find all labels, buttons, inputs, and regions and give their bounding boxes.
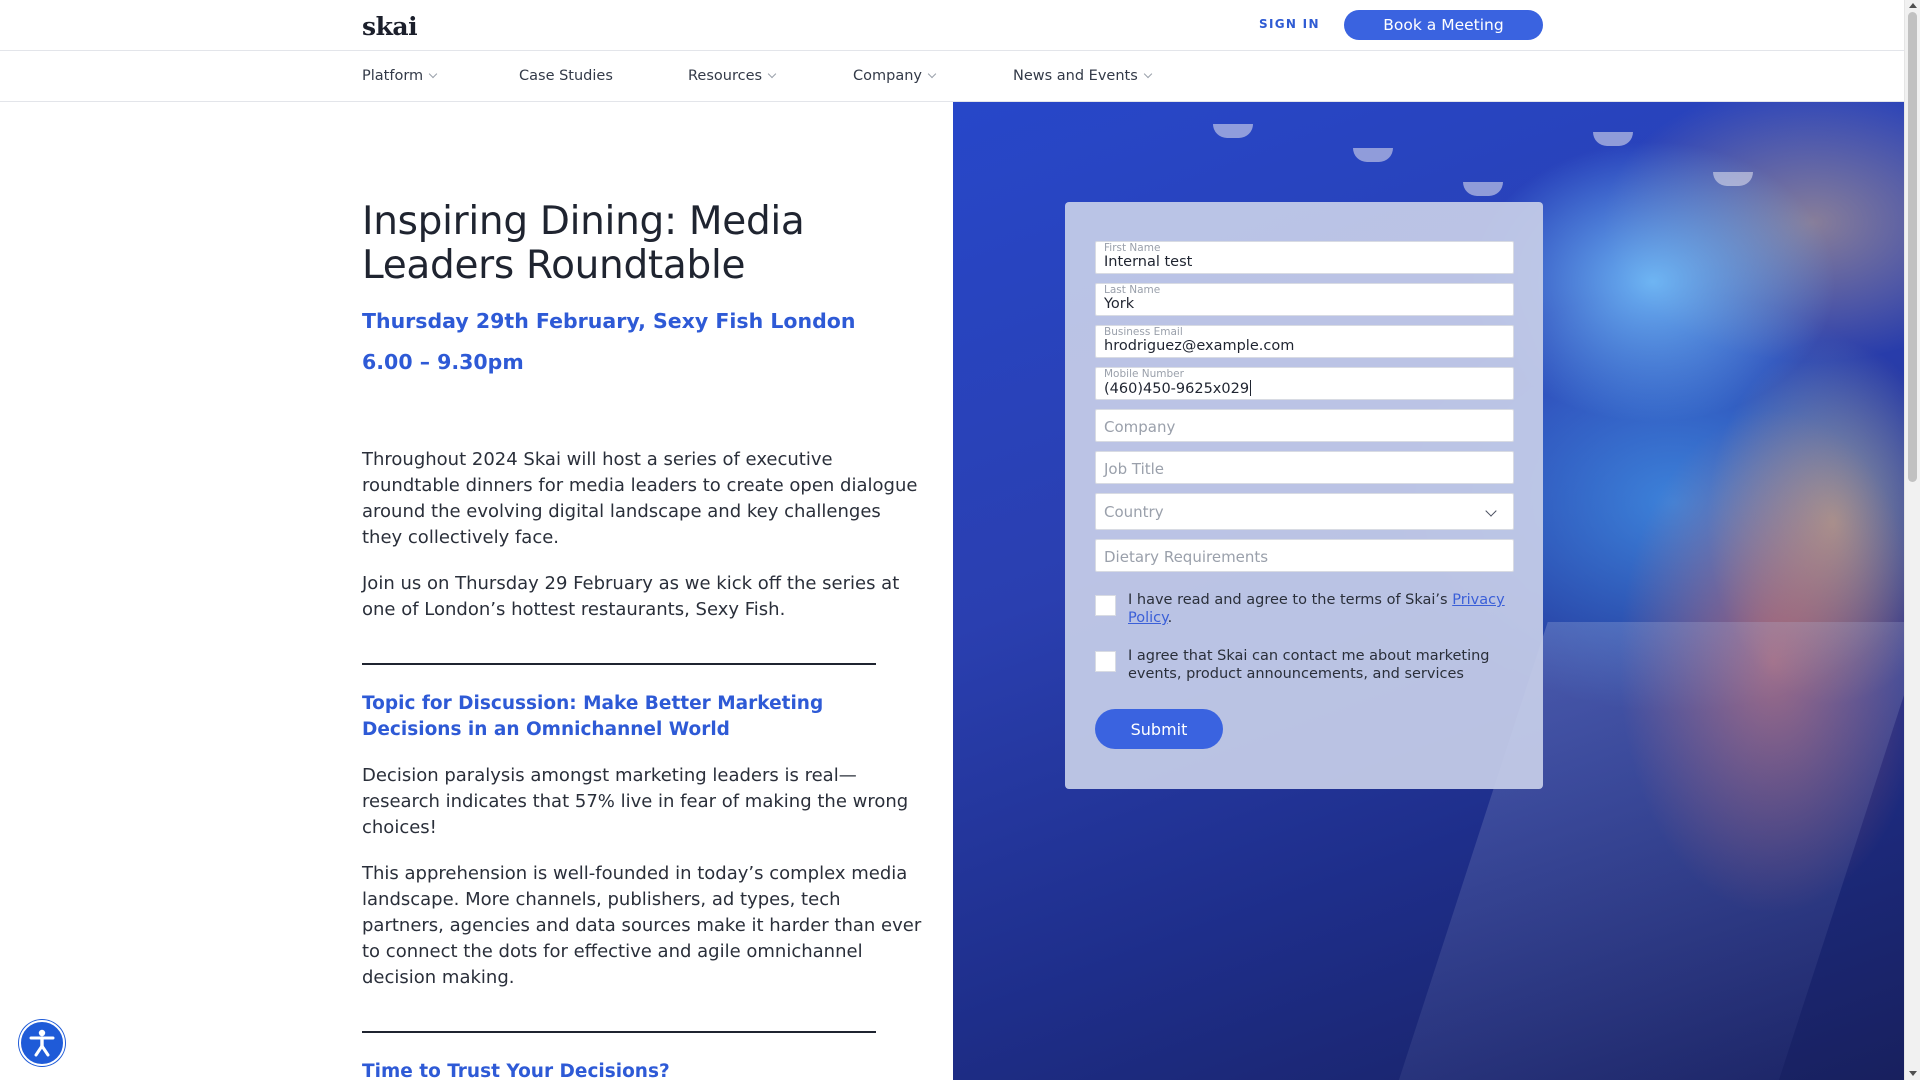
field-label: Business Email: [1104, 326, 1183, 338]
scroll-down-arrow-icon[interactable]: [1909, 1071, 1917, 1076]
field-placeholder: Company: [1104, 418, 1176, 436]
nav-label: Case Studies: [519, 68, 613, 84]
top-bar: skai SIGN IN Book a Meeting: [0, 0, 1904, 51]
field-value: hrodriguez@example.com: [1104, 338, 1295, 354]
field-value-wrap: (460)450-9625x029: [1104, 380, 1252, 397]
chevron-down-icon: [1143, 69, 1153, 79]
field-placeholder: Dietary Requirements: [1104, 548, 1269, 566]
nav-item-resources[interactable]: Resources: [688, 68, 777, 84]
page-scrollbar[interactable]: [1904, 0, 1920, 1080]
event-time: 6.00 – 9.30pm: [362, 350, 524, 374]
trust-heading: Time to Trust Your Decisions?: [362, 1061, 670, 1080]
book-meeting-button[interactable]: Book a Meeting: [1344, 10, 1543, 40]
scroll-up-arrow-icon[interactable]: [1909, 3, 1917, 8]
page-title: Inspiring Dining: Media Leaders Roundtab…: [362, 199, 805, 288]
chevron-down-icon: [767, 69, 777, 79]
event-article: Inspiring Dining: Media Leaders Roundtab…: [362, 200, 922, 1080]
privacy-text-end: .: [1167, 610, 1173, 626]
chevron-down-icon: [428, 69, 438, 79]
chevron-down-icon: [1485, 505, 1497, 517]
skai-logo[interactable]: skai: [362, 12, 418, 41]
field-label: First Name: [1104, 242, 1161, 254]
country-select[interactable]: Country: [1095, 493, 1514, 530]
field-label: Last Name: [1104, 284, 1161, 296]
mobile-number-field[interactable]: Mobile Number (460)450-9625x029: [1095, 367, 1514, 400]
scroll-thumb[interactable]: [1908, 12, 1917, 482]
nav-item-news-events[interactable]: News and Events: [1013, 68, 1153, 84]
main-nav: Platform Case Studies Resources Company …: [0, 52, 1904, 102]
join-paragraph: Join us on Thursday 29 February as we ki…: [362, 573, 900, 620]
nav-item-company[interactable]: Company: [853, 68, 937, 84]
accessibility-button[interactable]: [19, 1020, 65, 1066]
topic-heading: Topic for Discussion: Make Better Market…: [362, 693, 824, 740]
nav-label: News and Events: [1013, 68, 1138, 84]
last-name-field[interactable]: Last Name York: [1095, 283, 1514, 316]
nav-label: Company: [853, 68, 922, 84]
nav-label: Platform: [362, 68, 424, 84]
accessibility-person-icon: [29, 1029, 55, 1057]
sign-in-link[interactable]: SIGN IN: [1259, 17, 1320, 31]
field-value: York: [1104, 296, 1135, 312]
job-title-field[interactable]: Job Title: [1095, 451, 1514, 484]
field-value: (460)450-9625x029: [1104, 381, 1250, 397]
lamp-decor: [1713, 172, 1753, 186]
field-value: Internal test: [1104, 254, 1193, 270]
lamp-decor: [1213, 124, 1253, 138]
event-date: Thursday 29th February, Sexy Fish London: [362, 309, 856, 333]
field-label: Mobile Number: [1104, 368, 1184, 380]
field-placeholder: Job Title: [1104, 460, 1165, 478]
privacy-consent-text: I have read and agree to the terms of Sk…: [1128, 591, 1518, 627]
lamp-decor: [1593, 132, 1633, 146]
nav-item-case-studies[interactable]: Case Studies: [519, 68, 613, 84]
topic-paragraph-2: This apprehension is well-founded in tod…: [362, 863, 922, 988]
nav-label: Resources: [688, 68, 763, 84]
marketing-consent-text: I agree that Skai can contact me about m…: [1128, 648, 1490, 682]
text-caret: [1250, 380, 1252, 396]
field-placeholder: Country: [1104, 503, 1164, 521]
first-name-field[interactable]: First Name Internal test: [1095, 241, 1514, 274]
submit-button[interactable]: Submit: [1095, 709, 1223, 749]
divider: [362, 1031, 876, 1033]
lamp-decor: [1463, 182, 1503, 196]
dietary-requirements-field[interactable]: Dietary Requirements: [1095, 539, 1514, 572]
marketing-consent-checkbox[interactable]: [1095, 651, 1116, 672]
privacy-text: I have read and agree to the terms of Sk…: [1128, 592, 1453, 608]
business-email-field[interactable]: Business Email hrodriguez@example.com: [1095, 325, 1514, 358]
lamp-decor: [1353, 148, 1393, 162]
nav-item-platform[interactable]: Platform: [362, 68, 438, 84]
company-field[interactable]: Company: [1095, 409, 1514, 442]
intro-paragraph: Throughout 2024 Skai will host a series …: [362, 449, 918, 548]
divider: [362, 663, 876, 665]
registration-form: First Name Internal test Last Name York …: [1065, 202, 1543, 789]
topic-paragraph-1: Decision paralysis amongst marketing lea…: [362, 765, 909, 838]
privacy-checkbox[interactable]: [1095, 595, 1116, 616]
chevron-down-icon: [927, 69, 937, 79]
